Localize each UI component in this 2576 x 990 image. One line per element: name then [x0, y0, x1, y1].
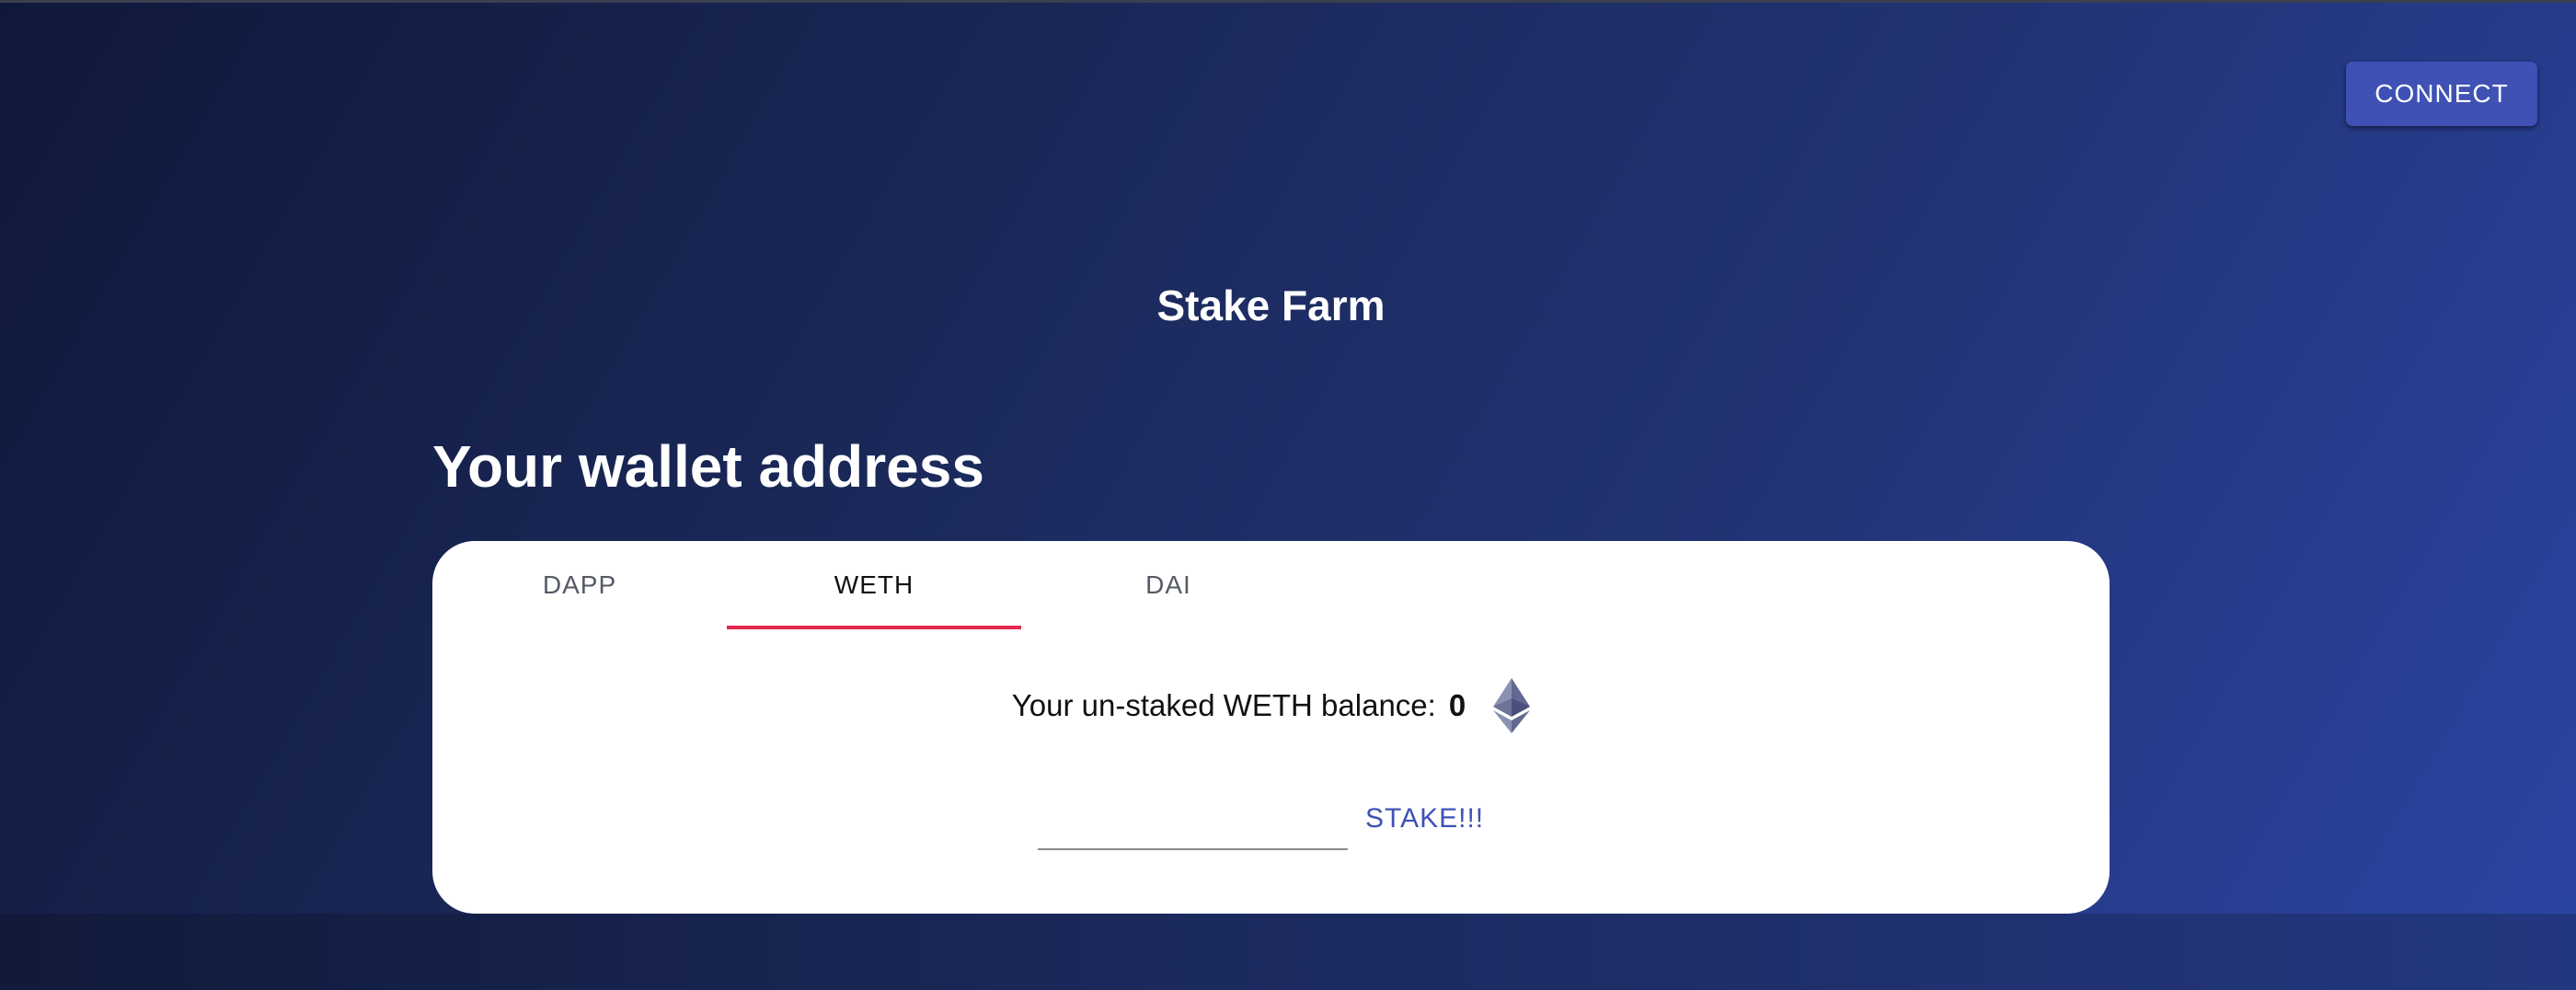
connect-button[interactable]: CONNECT	[2346, 62, 2537, 126]
stake-amount-input[interactable]	[1038, 799, 1348, 850]
stake-button[interactable]: STAKE!!!	[1358, 797, 1491, 841]
ethereum-icon	[1493, 678, 1531, 733]
wallet-address-heading: Your wallet address	[432, 433, 984, 500]
bottom-band	[0, 914, 2576, 990]
top-divider	[0, 0, 2576, 3]
balance-row: Your un-staked WETH balance: 0	[432, 665, 2110, 746]
active-tab-indicator	[727, 626, 1021, 629]
balance-value: 0	[1448, 688, 1466, 722]
balance-label: Your un-staked WETH balance:	[1011, 688, 1436, 722]
tab-dapp[interactable]: DAPP	[432, 541, 727, 629]
tab-weth[interactable]: WETH	[727, 541, 1021, 629]
app-title: Stake Farm	[1156, 282, 1386, 329]
tab-dai[interactable]: DAI	[1021, 541, 1316, 629]
token-staking-card: DAPP WETH DAI Your un-staked WETH balanc…	[432, 541, 2110, 914]
